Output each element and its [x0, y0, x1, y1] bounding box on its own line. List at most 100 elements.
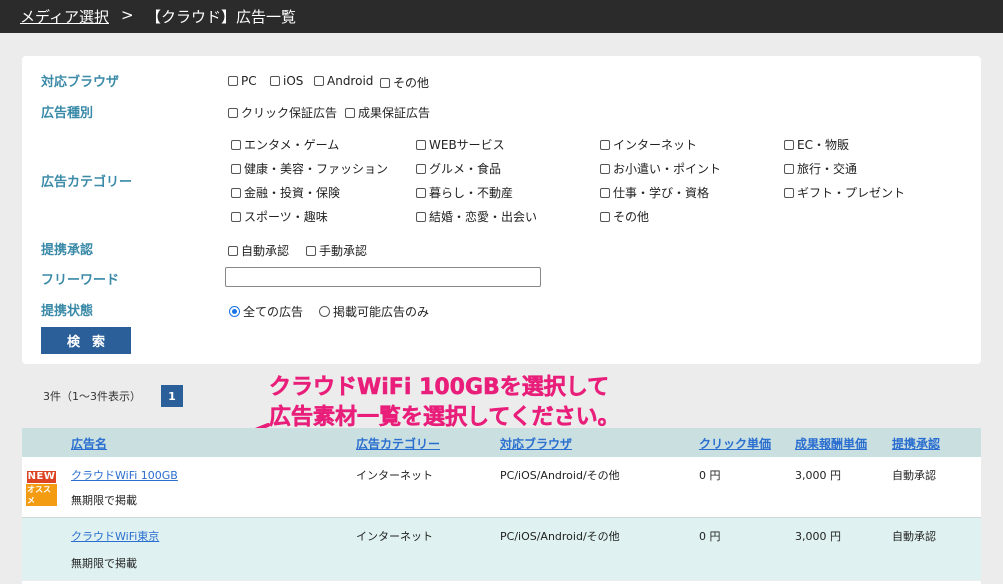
checkbox-browser-other[interactable]: その他	[380, 74, 429, 91]
breadcrumb-media-link[interactable]: メディア選択	[20, 6, 109, 27]
column-header-reward-price[interactable]: 成果報酬単価	[795, 435, 867, 452]
checkbox-icon[interactable]	[784, 163, 794, 174]
checkbox-category-item[interactable]: 健康・美容・ファッション	[231, 160, 388, 177]
checkbox-icon[interactable]	[231, 139, 241, 150]
checkbox-icon[interactable]	[231, 211, 241, 222]
checkbox-icon[interactable]	[380, 77, 390, 88]
checkbox-icon[interactable]	[784, 139, 794, 150]
breadcrumb-separator: >	[121, 6, 134, 24]
checkbox-icon[interactable]	[600, 163, 610, 174]
filter-label-freeword: フリーワード	[41, 273, 120, 288]
checkbox-icon[interactable]	[228, 107, 238, 118]
checkbox-icon[interactable]	[600, 139, 610, 150]
page-title: 【クラウド】広告一覧	[146, 8, 297, 26]
radio-all-ads[interactable]: 全ての広告	[229, 303, 303, 320]
checkbox-icon[interactable]	[270, 76, 280, 86]
checkbox-icon[interactable]	[416, 211, 426, 222]
checkbox-label: EC・物販	[797, 138, 849, 152]
column-header-click-price[interactable]: クリック単価	[699, 435, 771, 452]
checkbox-label: スポーツ・趣味	[244, 210, 328, 224]
checkbox-icon[interactable]	[231, 187, 241, 198]
checkbox-browser-android[interactable]: Android	[314, 74, 373, 88]
freeword-input[interactable]	[225, 267, 541, 287]
column-header-ad-name[interactable]: 広告名	[71, 435, 107, 452]
checkbox-category-item[interactable]: 仕事・学び・資格	[600, 184, 709, 201]
checkbox-icon[interactable]	[228, 245, 238, 256]
checkbox-icon[interactable]	[416, 163, 426, 174]
checkbox-label: インターネット	[613, 138, 698, 152]
checkbox-category-item[interactable]: スポーツ・趣味	[231, 208, 328, 225]
radio-available-ads[interactable]: 掲載可能広告のみ	[319, 303, 429, 320]
table-row: NEW オススメ クラウドWiFi 100GB 無期限で掲載 インターネット P…	[22, 457, 981, 517]
checkbox-category-item[interactable]: お小遣い・ポイント	[600, 160, 721, 177]
ad-category: インターネット	[356, 530, 433, 543]
ad-click-price: 0 円	[699, 530, 721, 543]
checkbox-icon[interactable]	[345, 107, 355, 118]
checkbox-category-item[interactable]: 旅行・交通	[784, 160, 857, 177]
checkbox-category-item[interactable]: エンタメ・ゲーム	[231, 136, 339, 153]
search-button[interactable]: 検索	[41, 327, 131, 354]
filter-label-status: 提携状態	[41, 304, 94, 319]
checkbox-category-item[interactable]: ギフト・プレゼント	[784, 184, 905, 201]
instruction-text-line2: 広告素材一覧を選択してください。	[269, 405, 620, 431]
checkbox-label: ギフト・プレゼント	[797, 186, 906, 200]
checkbox-label: 健康・美容・ファッション	[244, 162, 389, 176]
checkbox-category-item[interactable]: 暮らし・不動産	[416, 184, 513, 201]
checkbox-manual-approval[interactable]: 手動承認	[306, 242, 367, 259]
checkbox-icon[interactable]	[231, 163, 241, 174]
checkbox-browser-pc[interactable]: PC	[228, 74, 257, 88]
checkbox-category-item[interactable]: その他	[600, 208, 649, 225]
checkbox-label: WEBサービス	[429, 138, 505, 152]
checkbox-label: グルメ・食品	[429, 162, 502, 176]
ad-name-link[interactable]: クラウドWiFi東京	[71, 528, 159, 544]
checkbox-icon[interactable]	[600, 211, 610, 222]
ad-period-note: 無期限で掲載	[71, 494, 137, 507]
ad-category: インターネット	[356, 469, 433, 482]
checkbox-icon[interactable]	[600, 187, 610, 198]
filter-label-browser: 対応ブラウザ	[41, 75, 120, 90]
ad-approval: 自動承認	[892, 530, 936, 543]
checkbox-category-item[interactable]: 結婚・恋愛・出会い	[416, 208, 537, 225]
ad-browser: PC/iOS/Android/その他	[500, 530, 620, 543]
filter-label-approval: 提携承認	[41, 243, 94, 258]
checkbox-icon[interactable]	[416, 187, 426, 198]
ad-reward-price: 3,000 円	[795, 530, 841, 543]
ad-browser: PC/iOS/Android/その他	[500, 469, 620, 482]
checkbox-label: 暮らし・不動産	[429, 186, 514, 200]
ad-period-note: 無期限で掲載	[71, 557, 137, 570]
instruction-text-line1: クラウドWiFi 100GBを選択して	[269, 375, 610, 401]
radio-selected-icon[interactable]	[229, 306, 240, 317]
column-header-approval[interactable]: 提携承認	[892, 435, 940, 452]
checkbox-icon[interactable]	[784, 187, 794, 198]
checkbox-label: 金融・投資・保険	[244, 186, 341, 200]
checkbox-label: エンタメ・ゲーム	[244, 138, 340, 152]
radio-icon[interactable]	[319, 306, 330, 317]
checkbox-category-item[interactable]: WEBサービス	[416, 136, 505, 153]
checkbox-icon[interactable]	[228, 76, 238, 86]
checkbox-browser-ios[interactable]: iOS	[270, 74, 303, 88]
checkbox-icon[interactable]	[306, 245, 316, 256]
checkbox-category-item[interactable]: EC・物販	[784, 136, 849, 153]
checkbox-category-item[interactable]: インターネット	[600, 136, 697, 153]
checkbox-category-item[interactable]: 金融・投資・保険	[231, 184, 340, 201]
column-header-browser[interactable]: 対応ブラウザ	[500, 435, 572, 452]
ad-approval: 自動承認	[892, 469, 936, 482]
checkbox-result-guarantee[interactable]: 成果保証広告	[345, 104, 430, 121]
ad-click-price: 0 円	[699, 469, 721, 482]
checkbox-label: その他	[613, 210, 650, 224]
checkbox-icon[interactable]	[314, 76, 324, 86]
page-button-1[interactable]: 1	[161, 385, 183, 407]
result-count: 3件（1～3件表示）	[43, 390, 141, 403]
checkbox-label: 結婚・恋愛・出会い	[429, 210, 538, 224]
filter-label-category: 広告カテゴリー	[41, 175, 133, 190]
checkbox-category-item[interactable]: グルメ・食品	[416, 160, 501, 177]
ad-reward-price: 3,000 円	[795, 469, 841, 482]
top-bar: メディア選択 > 【クラウド】広告一覧	[0, 0, 1003, 33]
checkbox-label: お小遣い・ポイント	[613, 162, 722, 176]
filter-label-ad-type: 広告種別	[41, 106, 94, 121]
checkbox-icon[interactable]	[416, 139, 426, 150]
checkbox-click-guarantee[interactable]: クリック保証広告	[228, 104, 337, 121]
column-header-category[interactable]: 広告カテゴリー	[356, 435, 440, 452]
checkbox-auto-approval[interactable]: 自動承認	[228, 242, 289, 259]
ad-name-link[interactable]: クラウドWiFi 100GB	[71, 467, 178, 483]
